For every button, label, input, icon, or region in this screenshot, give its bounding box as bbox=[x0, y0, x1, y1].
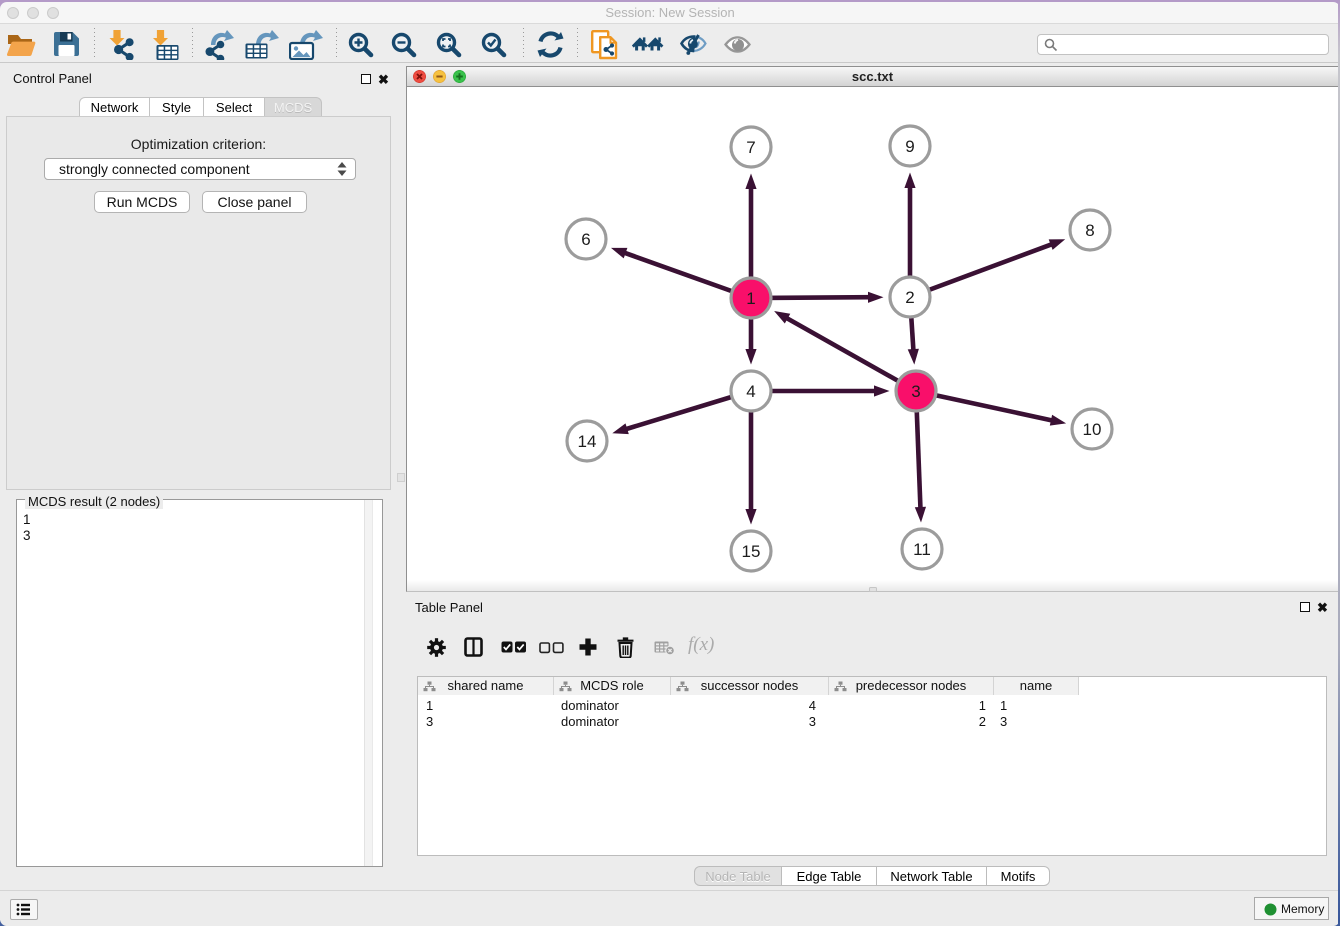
svg-text:6: 6 bbox=[581, 230, 590, 249]
svg-text:15: 15 bbox=[742, 542, 761, 561]
svg-text:7: 7 bbox=[746, 138, 755, 157]
svg-text:14: 14 bbox=[578, 432, 597, 451]
svg-text:2: 2 bbox=[905, 288, 914, 307]
svg-text:4: 4 bbox=[746, 382, 755, 401]
svg-text:1: 1 bbox=[746, 289, 755, 308]
svg-text:10: 10 bbox=[1083, 420, 1102, 439]
svg-text:3: 3 bbox=[911, 382, 920, 401]
svg-text:8: 8 bbox=[1085, 221, 1094, 240]
svg-text:9: 9 bbox=[905, 137, 914, 156]
svg-text:11: 11 bbox=[913, 540, 931, 559]
